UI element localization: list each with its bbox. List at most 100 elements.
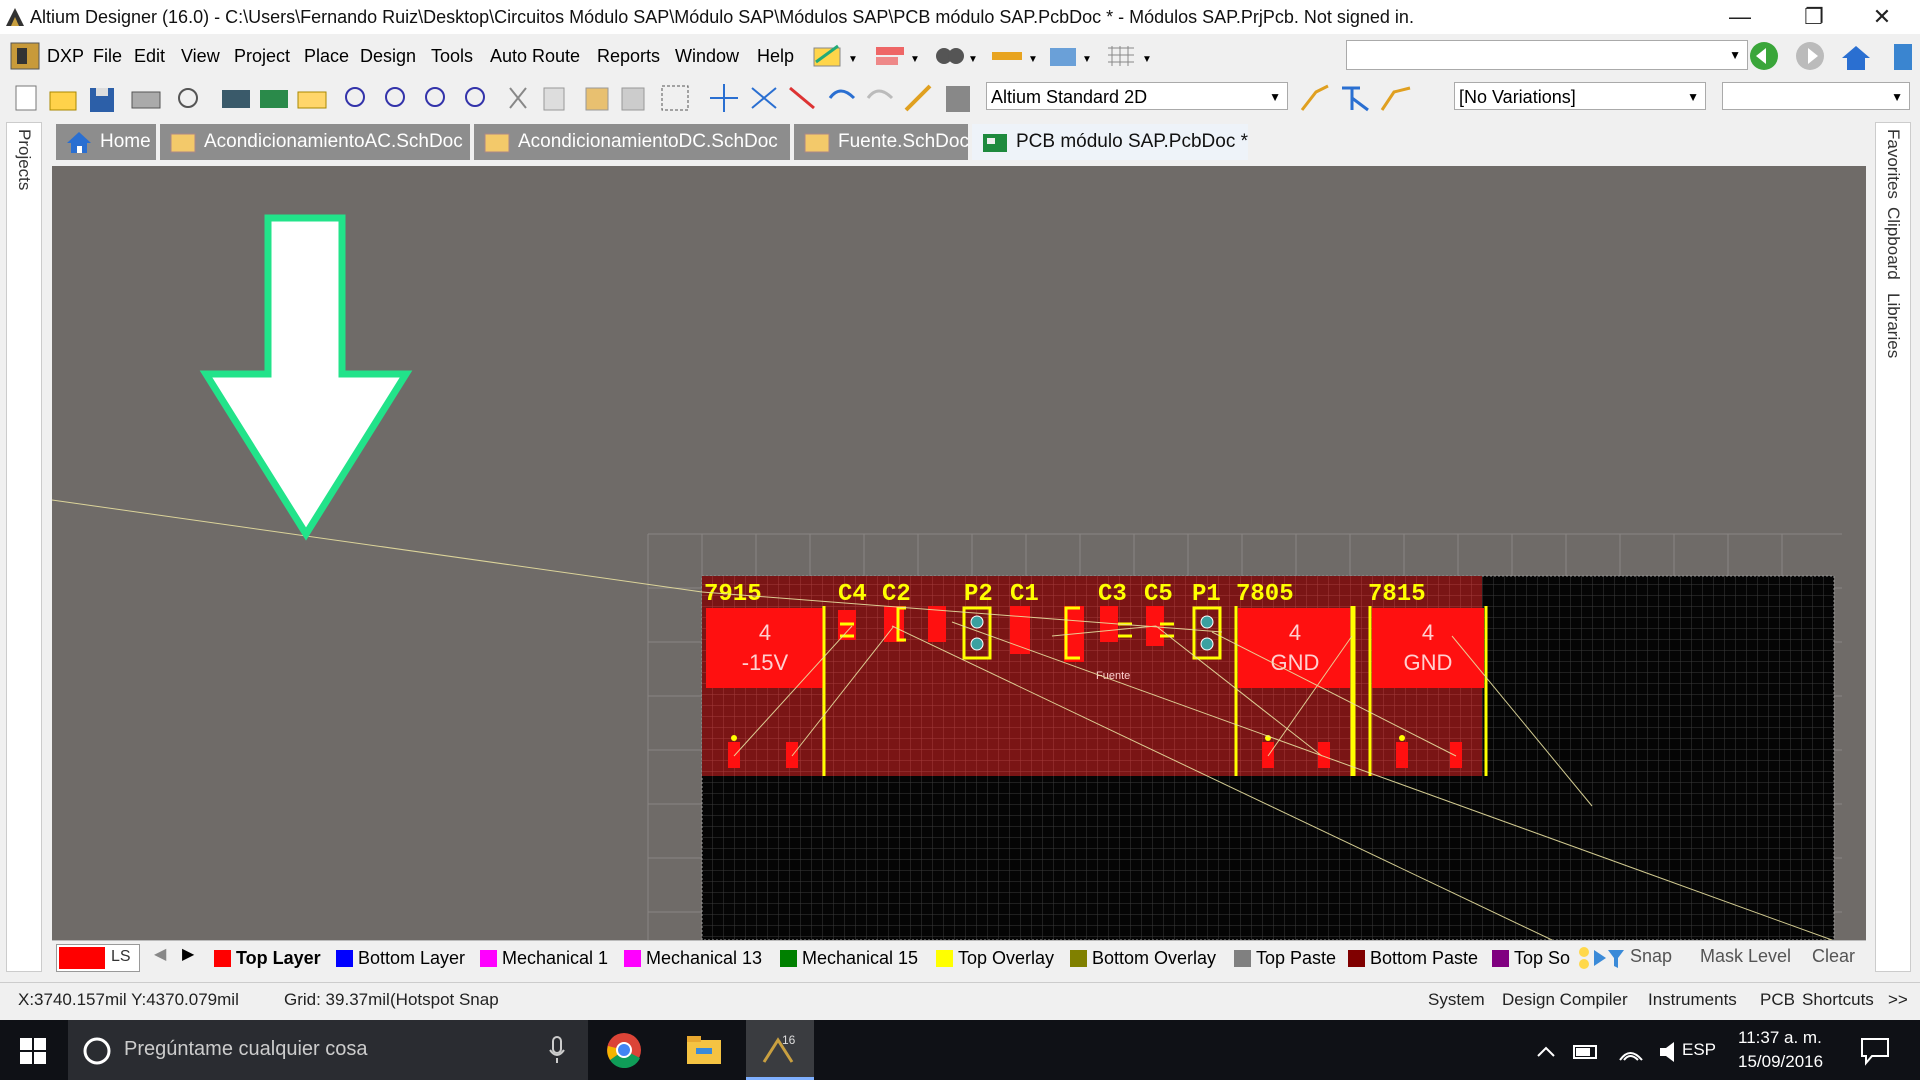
command-combo[interactable]: ▼ — [1346, 40, 1748, 70]
altium-taskbar-button[interactable]: 16 — [746, 1020, 814, 1080]
designator-c5[interactable]: C5 — [1144, 581, 1173, 608]
menu-view[interactable]: View — [181, 46, 220, 67]
extra-combo[interactable]: ▼ — [1722, 82, 1910, 110]
tab-acondicionamiento-dc[interactable]: AcondicionamientoDC.SchDoc — [474, 124, 790, 160]
tab-pcb-modulo-sap[interactable]: PCB módulo SAP.PcbDoc * — [972, 124, 1248, 160]
clock-time[interactable]: 11:37 a. m. — [1738, 1028, 1822, 1048]
menu-design[interactable]: Design — [360, 46, 416, 67]
designator-7805[interactable]: 7805 — [1236, 581, 1294, 608]
status-more-button[interactable]: >> — [1888, 990, 1908, 1010]
altium-16-icon: 16 — [762, 1033, 796, 1063]
schematic-doc-icon — [170, 133, 196, 153]
menu-window[interactable]: Window — [675, 46, 739, 67]
tab-label: AcondicionamientoDC.SchDoc — [518, 131, 778, 152]
tab-fuente[interactable]: Fuente.SchDoc — [794, 124, 969, 160]
input-language[interactable]: ESP — [1682, 1040, 1716, 1060]
projects-panel-tab[interactable]: Projects — [14, 129, 34, 190]
close-button[interactable]: ✕ — [1852, 0, 1912, 34]
svg-text:▼: ▼ — [1142, 54, 1152, 65]
layer-tab-mechanical-15[interactable]: Mechanical 15 — [778, 946, 918, 970]
cursor-coordinates: X:3740.157mil Y:4370.079mil — [18, 990, 239, 1009]
layer-tab-top-solder[interactable]: Top So — [1490, 946, 1570, 970]
search-placeholder: Pregúntame cualquier cosa — [124, 1038, 368, 1060]
layer-tab-bottom-layer[interactable]: Bottom Layer — [334, 946, 465, 970]
layer-tab-mechanical-1[interactable]: Mechanical 1 — [478, 946, 608, 970]
menu-dxp[interactable]: DXP — [47, 46, 84, 67]
layer-tab-top-layer[interactable]: Top Layer — [212, 946, 321, 970]
designator-p1[interactable]: P1 — [1192, 581, 1221, 608]
pcb-canvas[interactable]: 4 -15V 4 GND 4 GND 7915 C4 C2 P2 C1 C3 C… — [52, 166, 1866, 940]
layer-tab-top-paste[interactable]: Top Paste — [1232, 946, 1336, 970]
home-icon — [67, 132, 91, 153]
microphone-icon[interactable] — [548, 1036, 566, 1064]
designator-c2[interactable]: C2 — [882, 581, 911, 608]
menu-project[interactable]: Project — [234, 46, 290, 67]
layer-tab-mechanical-13[interactable]: Mechanical 13 — [622, 946, 762, 970]
designator-c3[interactable]: C3 — [1098, 581, 1127, 608]
file-explorer-icon[interactable] — [686, 1034, 722, 1066]
svg-text:▼: ▼ — [848, 54, 858, 65]
grid-size: Grid: 39.37mil — [284, 990, 390, 1009]
toolbar-icons[interactable] — [10, 82, 980, 114]
layer-filter-icon[interactable] — [1576, 944, 1626, 972]
schematic-doc-icon — [484, 133, 510, 153]
layer-tab-top-overlay[interactable]: Top Overlay — [934, 946, 1054, 970]
layer-scroll-right-icon[interactable]: ▶ — [182, 944, 194, 964]
pad-number: 4 — [1422, 620, 1434, 645]
pcb-workspace[interactable]: 4 -15V 4 GND 4 GND 7915 C4 C2 P2 C1 C3 C… — [52, 166, 1866, 940]
snap-status: (Hotspot Snap — [390, 990, 499, 1009]
libraries-panel-tab[interactable]: Libraries — [1883, 293, 1903, 358]
menu-place[interactable]: Place — [304, 46, 349, 67]
right-panel: Favorites Clipboard Libraries — [1875, 122, 1911, 972]
minimize-button[interactable]: — — [1710, 0, 1770, 34]
variations-value: [No Variations] — [1459, 87, 1576, 107]
chrome-icon[interactable] — [606, 1032, 642, 1068]
pad-net: GND — [1404, 650, 1453, 675]
menu-auto-route[interactable]: Auto Route — [490, 46, 580, 67]
designator-c1[interactable]: C1 — [1010, 581, 1039, 608]
tab-acondicionamiento-ac[interactable]: AcondicionamientoAC.SchDoc — [160, 124, 470, 160]
menu-reports[interactable]: Reports — [597, 46, 660, 67]
menu-edit[interactable]: Edit — [134, 46, 165, 67]
notification-icon[interactable] — [1860, 1036, 1890, 1066]
variations-combo[interactable]: [No Variations] ▼ — [1454, 82, 1706, 110]
tab-label: Fuente.SchDoc — [838, 131, 969, 152]
schematic-doc-icon — [804, 133, 830, 153]
cortana-icon — [83, 1037, 111, 1065]
menu-toolbar-icons[interactable]: ▼ ▼ ▼ ▼ ▼ ▼ — [812, 42, 1152, 70]
layer-tab-bottom-overlay[interactable]: Bottom Overlay — [1068, 946, 1216, 970]
tab-label: Home — [100, 131, 151, 152]
status-system-button[interactable]: System — [1428, 990, 1485, 1010]
pad-net: -15V — [742, 650, 789, 675]
svg-text:▼: ▼ — [968, 54, 978, 65]
pad-net: GND — [1271, 650, 1320, 675]
windows-start-icon[interactable] — [20, 1038, 46, 1064]
designator-7815[interactable]: 7815 — [1368, 581, 1426, 608]
favorites-panel-tab[interactable]: Favorites — [1883, 129, 1903, 199]
status-instruments-button[interactable]: Instruments — [1648, 990, 1737, 1010]
view-config-combo[interactable]: Altium Standard 2D ▼ — [986, 82, 1288, 110]
status-shortcuts-button[interactable]: Shortcuts — [1802, 990, 1874, 1010]
route-icons[interactable] — [1298, 82, 1416, 114]
layer-scroll-left-icon[interactable]: ◀ — [154, 944, 166, 964]
system-tray-icons[interactable] — [1534, 1040, 1694, 1064]
pad-number: 4 — [759, 620, 771, 645]
navigation-icons[interactable] — [1748, 40, 1916, 72]
menu-tools[interactable]: Tools — [431, 46, 473, 67]
mask-level-button[interactable]: Mask Level — [1700, 946, 1791, 967]
restore-button[interactable]: ❐ — [1784, 0, 1844, 34]
status-pcb-button[interactable]: PCB — [1760, 990, 1795, 1010]
layer-tab-bottom-paste[interactable]: Bottom Paste — [1346, 946, 1478, 970]
designator-p2[interactable]: P2 — [964, 581, 993, 608]
tab-home[interactable]: Home — [56, 124, 156, 160]
snap-button[interactable]: Snap — [1630, 946, 1672, 967]
clear-button[interactable]: Clear — [1812, 946, 1855, 967]
clipboard-panel-tab[interactable]: Clipboard — [1883, 207, 1903, 280]
status-design-compiler-button[interactable]: Design Compiler — [1502, 990, 1628, 1010]
menu-file[interactable]: File — [93, 46, 122, 67]
menu-help[interactable]: Help — [757, 46, 794, 67]
current-layer-indicator[interactable]: LS — [56, 944, 140, 972]
clock-date[interactable]: 15/09/2016 — [1738, 1052, 1823, 1072]
taskbar-search-box[interactable]: Pregúntame cualquier cosa — [68, 1020, 588, 1080]
standard-toolbar: Altium Standard 2D ▼ [No Variations] ▼ ▼ — [0, 78, 1920, 118]
